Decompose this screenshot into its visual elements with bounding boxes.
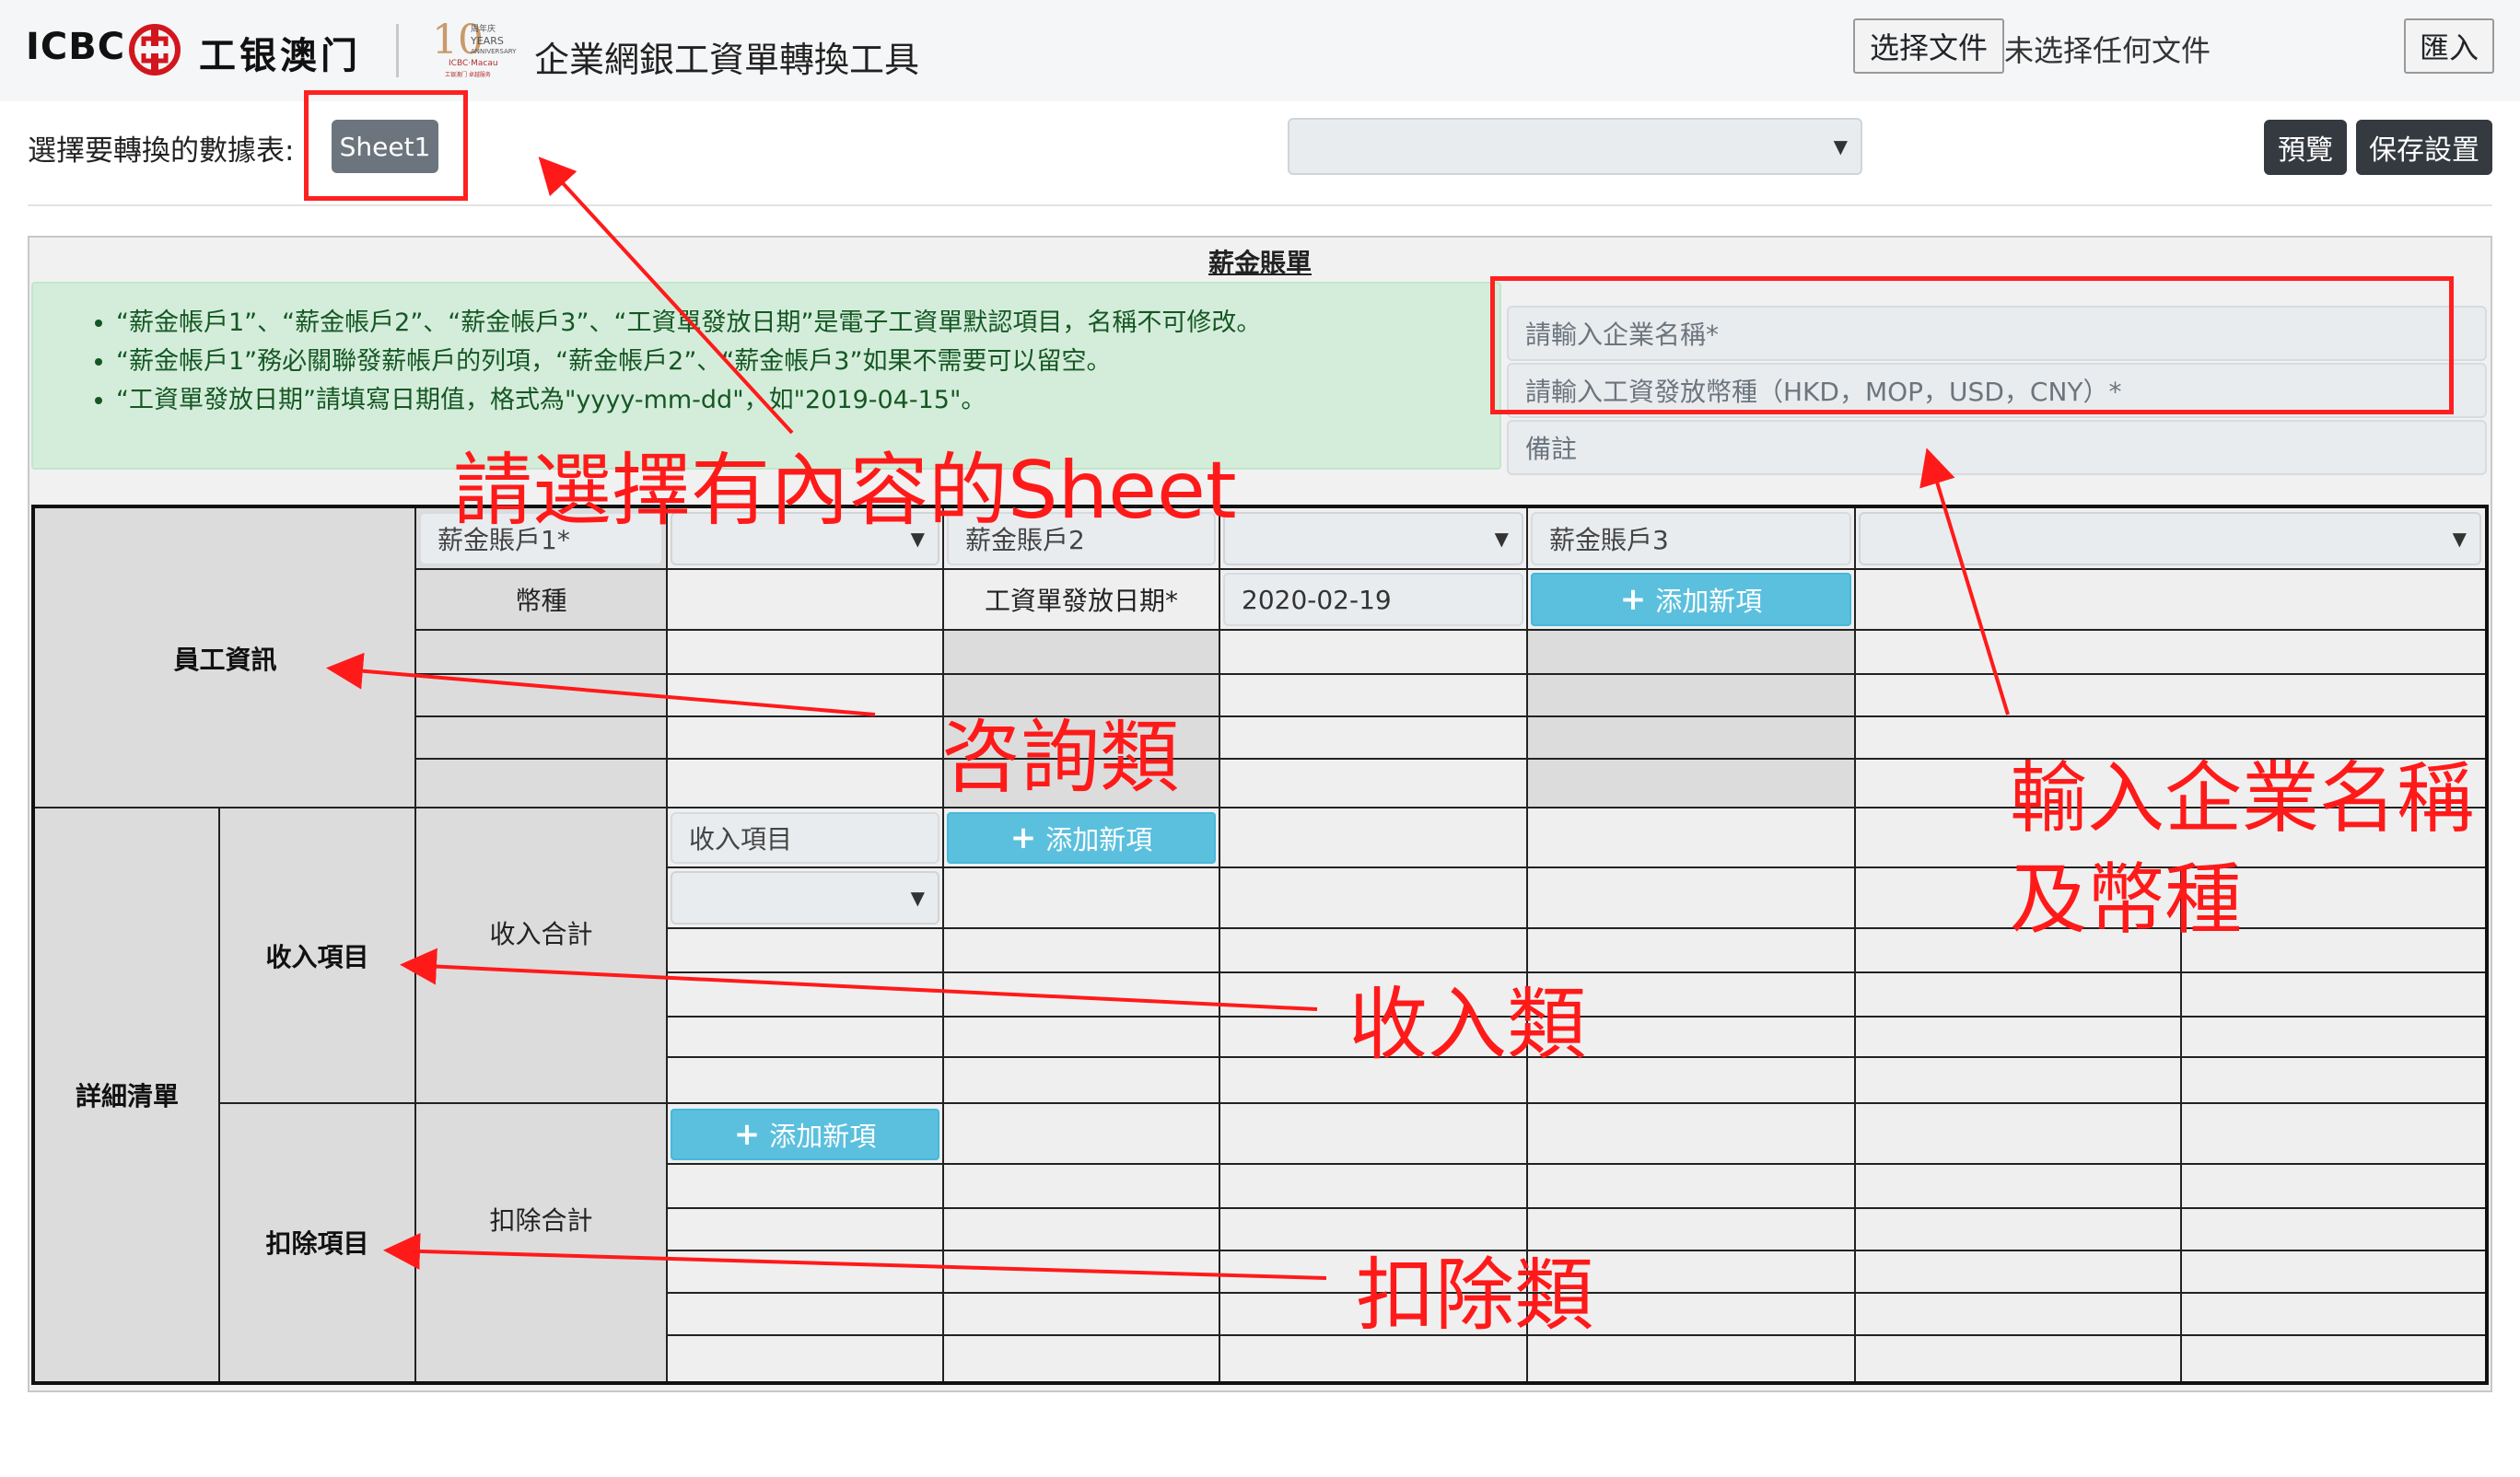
- annotation-company: 輸入企業名稱: [2010, 753, 2475, 843]
- annotation-income: 收入類: [1348, 979, 1586, 1071]
- annotation-deduction: 扣除類: [1356, 1250, 1593, 1342]
- annotation-currency: 及幣種: [2010, 855, 2243, 945]
- annotation-sheet: 請選擇有內容的Sheet: [453, 445, 1237, 537]
- annotation-inquiry: 咨詢類: [941, 712, 1179, 804]
